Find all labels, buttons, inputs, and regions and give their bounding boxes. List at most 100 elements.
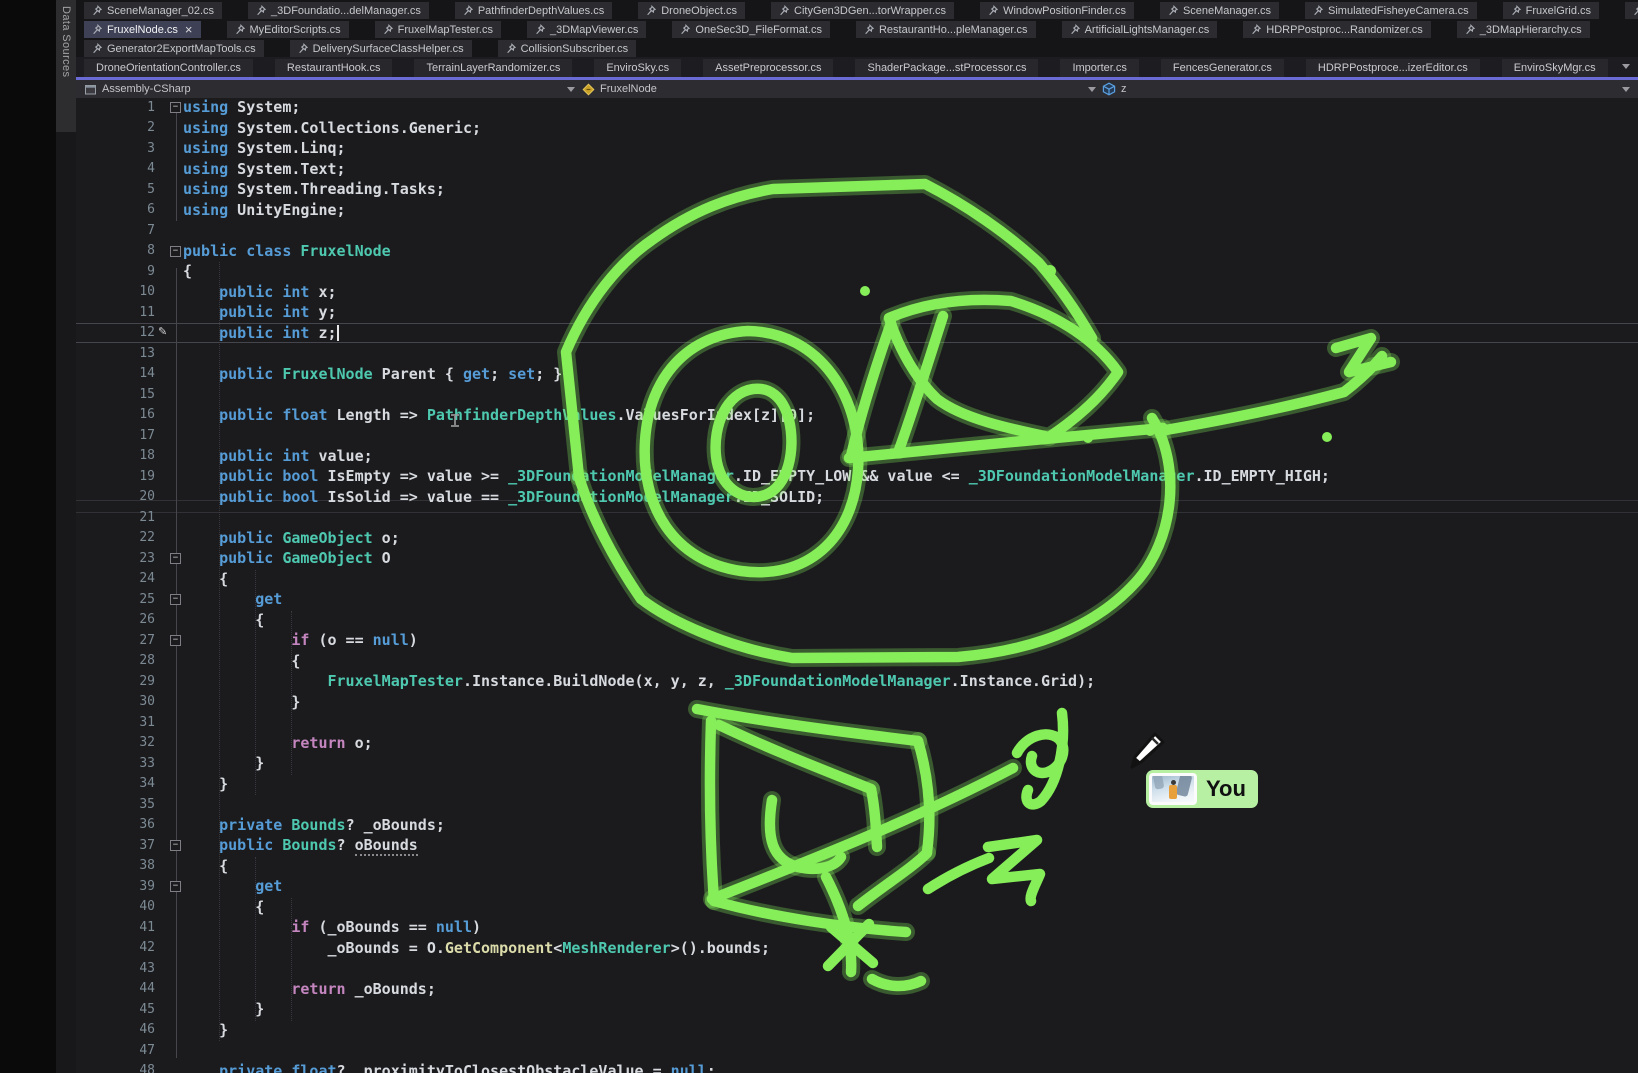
code-text[interactable]: public GameObject O xyxy=(183,548,391,569)
code-text[interactable]: get xyxy=(183,589,282,610)
code-line-35[interactable]: 35 xyxy=(76,794,1638,815)
fold-collapse-icon[interactable]: − xyxy=(170,881,181,892)
code-line-25[interactable]: 25− get xyxy=(76,589,1638,610)
navbar-right-caret-icon[interactable] xyxy=(1622,87,1630,92)
code-text[interactable]: public bool IsSolid => value == _3DFound… xyxy=(183,487,824,508)
tab-generator2exportmaptools-cs[interactable]: Generator2ExportMapTools.cs xyxy=(84,40,264,57)
tab-enviroskymgr-cs[interactable]: EnviroSkyMgr.cs xyxy=(1502,59,1608,77)
pin-icon[interactable] xyxy=(864,24,874,35)
code-line-1[interactable]: 1−using System; xyxy=(76,97,1638,118)
tab-hdrppostproc-randomizer-cs[interactable]: HDRPPostproc...Randomizer.cs xyxy=(1243,21,1431,38)
code-line-2[interactable]: 2using System.Collections.Generic; xyxy=(76,118,1638,139)
pin-icon[interactable] xyxy=(1633,5,1638,16)
code-line-45[interactable]: 45 } xyxy=(76,999,1638,1020)
code-text[interactable]: return _oBounds; xyxy=(183,979,436,1000)
pin-icon[interactable] xyxy=(256,5,266,16)
type-dropdown[interactable]: FruxelNode xyxy=(582,80,657,98)
tab-windowpositionfinder-cs[interactable]: WindowPositionFinder.cs xyxy=(980,2,1134,19)
code-line-27[interactable]: 27− if (o == null) xyxy=(76,630,1638,651)
code-line-3[interactable]: 3using System.Linq; xyxy=(76,138,1638,159)
code-line-10[interactable]: 10 public int x; xyxy=(76,282,1638,303)
tab-fruxelgrid-cs[interactable]: FruxelGrid.cs xyxy=(1503,2,1599,19)
code-line-24[interactable]: 24 { xyxy=(76,569,1638,590)
pin-icon[interactable] xyxy=(383,24,393,35)
code-line-13[interactable]: 13 xyxy=(76,343,1638,364)
code-text[interactable]: using System.Collections.Generic; xyxy=(183,118,481,139)
code-text[interactable]: private Bounds? _oBounds; xyxy=(183,815,445,836)
tab-scenemanager-cs[interactable]: SceneManager.cs xyxy=(1160,2,1279,19)
tab-scenemanager-02-cs[interactable]: SceneManager_02.cs xyxy=(84,2,222,19)
code-line-29[interactable]: 29 FruxelMapTester.Instance.BuildNode(x,… xyxy=(76,671,1638,692)
pin-icon[interactable] xyxy=(1511,5,1521,16)
code-line-9[interactable]: 9{ xyxy=(76,261,1638,282)
pin-icon[interactable] xyxy=(646,5,656,16)
code-line-16[interactable]: 16 public float Length => PathfinderDept… xyxy=(76,405,1638,426)
fold-collapse-icon[interactable]: − xyxy=(170,594,181,605)
code-text[interactable]: get xyxy=(183,876,282,897)
tab-restauranthook-cs[interactable]: RestaurantHook.cs xyxy=(275,59,393,77)
code-line-14[interactable]: 14 public FruxelNode Parent { get; set; … xyxy=(76,364,1638,385)
tab--3dmaphierarchy-cs[interactable]: _3DMapHierarchy.cs xyxy=(1457,21,1590,38)
pin-icon[interactable] xyxy=(1251,24,1261,35)
code-text[interactable]: } xyxy=(183,999,264,1020)
tab-deliverysurfaceclasshelper-cs[interactable]: DeliverySurfaceClassHelper.cs xyxy=(290,40,472,57)
pin-icon[interactable] xyxy=(535,24,545,35)
fold-collapse-icon[interactable]: − xyxy=(170,102,181,113)
fold-collapse-icon[interactable]: − xyxy=(170,635,181,646)
code-text[interactable]: using UnityEngine; xyxy=(183,200,346,221)
code-line-39[interactable]: 39− get xyxy=(76,876,1638,897)
tab-droneorientationcontroller-cs[interactable]: DroneOrientationController.cs xyxy=(84,59,253,77)
code-text[interactable]: FruxelMapTester.Instance.BuildNode(x, y,… xyxy=(183,671,1095,692)
code-line-18[interactable]: 18 public int value; xyxy=(76,446,1638,467)
code-line-26[interactable]: 26 { xyxy=(76,610,1638,631)
pin-icon[interactable] xyxy=(1070,24,1080,35)
pin-icon[interactable] xyxy=(680,24,690,35)
tab-citygen3dgen-torwrapper-cs[interactable]: CityGen3DGen...torWrapper.cs xyxy=(771,2,954,19)
pin-icon[interactable] xyxy=(988,5,998,16)
close-icon[interactable]: × xyxy=(185,25,193,35)
code-text[interactable]: if (o == null) xyxy=(183,630,418,651)
tab-assetpreprocessor-cs[interactable]: AssetPreprocessor.cs xyxy=(703,59,833,77)
code-text[interactable]: using System.Text; xyxy=(183,159,346,180)
code-line-43[interactable]: 43 xyxy=(76,958,1638,979)
pin-icon[interactable] xyxy=(1465,24,1475,35)
tab-importer-cs[interactable]: Importer.cs xyxy=(1060,59,1138,77)
code-text[interactable]: if (_oBounds == null) xyxy=(183,917,481,938)
tab-fruxelmaptester-cs[interactable]: FruxelMapTester.cs xyxy=(375,21,501,38)
tab-terrainlayerrandomizer-cs[interactable]: TerrainLayerRandomizer.cs xyxy=(414,59,572,77)
code-text[interactable]: public GameObject o; xyxy=(183,528,400,549)
code-text[interactable]: { xyxy=(183,261,192,282)
tab-onesec3d-fileformat-cs[interactable]: OneSec3D_FileFormat.cs xyxy=(672,21,830,38)
code-line-44[interactable]: 44 return _oBounds; xyxy=(76,979,1638,1000)
code-text[interactable]: } xyxy=(183,1020,228,1041)
code-line-40[interactable]: 40 { xyxy=(76,897,1638,918)
code-text[interactable]: using System; xyxy=(183,97,300,118)
code-line-21[interactable]: 21 xyxy=(76,507,1638,528)
tab-restaurantho-plemanager-cs[interactable]: RestaurantHo...pleManager.cs xyxy=(856,21,1036,38)
code-line-28[interactable]: 28 { xyxy=(76,651,1638,672)
code-editor[interactable]: 1−using System;2using System.Collections… xyxy=(76,98,1638,1073)
code-text[interactable]: return o; xyxy=(183,733,373,754)
code-line-46[interactable]: 46 } xyxy=(76,1020,1638,1041)
code-line-23[interactable]: 23− public GameObject O xyxy=(76,548,1638,569)
code-line-7[interactable]: 7 xyxy=(76,220,1638,241)
code-text[interactable]: using System.Linq; xyxy=(183,138,346,159)
tab-artificiallightsmanager-cs[interactable]: ArtificialLightsManager.cs xyxy=(1062,21,1218,38)
code-line-34[interactable]: 34 } xyxy=(76,774,1638,795)
code-text[interactable]: { xyxy=(183,651,300,672)
fold-collapse-icon[interactable]: − xyxy=(170,840,181,851)
code-text[interactable]: public FruxelNode Parent { get; set; } xyxy=(183,364,562,385)
tab-envirosky-cs[interactable]: EnviroSky.cs xyxy=(594,59,681,77)
code-text[interactable]: using System.Threading.Tasks; xyxy=(183,179,445,200)
tab-pathfinderdepthvalues-cs[interactable]: PathfinderDepthValues.cs xyxy=(455,2,612,19)
code-line-36[interactable]: 36 private Bounds? _oBounds; xyxy=(76,815,1638,836)
code-text[interactable]: } xyxy=(183,774,228,795)
code-line-5[interactable]: 5using System.Threading.Tasks; xyxy=(76,179,1638,200)
code-line-31[interactable]: 31 xyxy=(76,712,1638,733)
code-line-48[interactable]: 48 private float? _proximityToClosestObs… xyxy=(76,1061,1638,1073)
code-line-33[interactable]: 33 } xyxy=(76,753,1638,774)
project-dropdown[interactable]: Assembly-CSharp xyxy=(84,80,191,98)
code-line-47[interactable]: 47 xyxy=(76,1040,1638,1061)
project-dropdown-caret-icon[interactable] xyxy=(567,87,575,92)
code-line-11[interactable]: 11 public int y; xyxy=(76,302,1638,323)
